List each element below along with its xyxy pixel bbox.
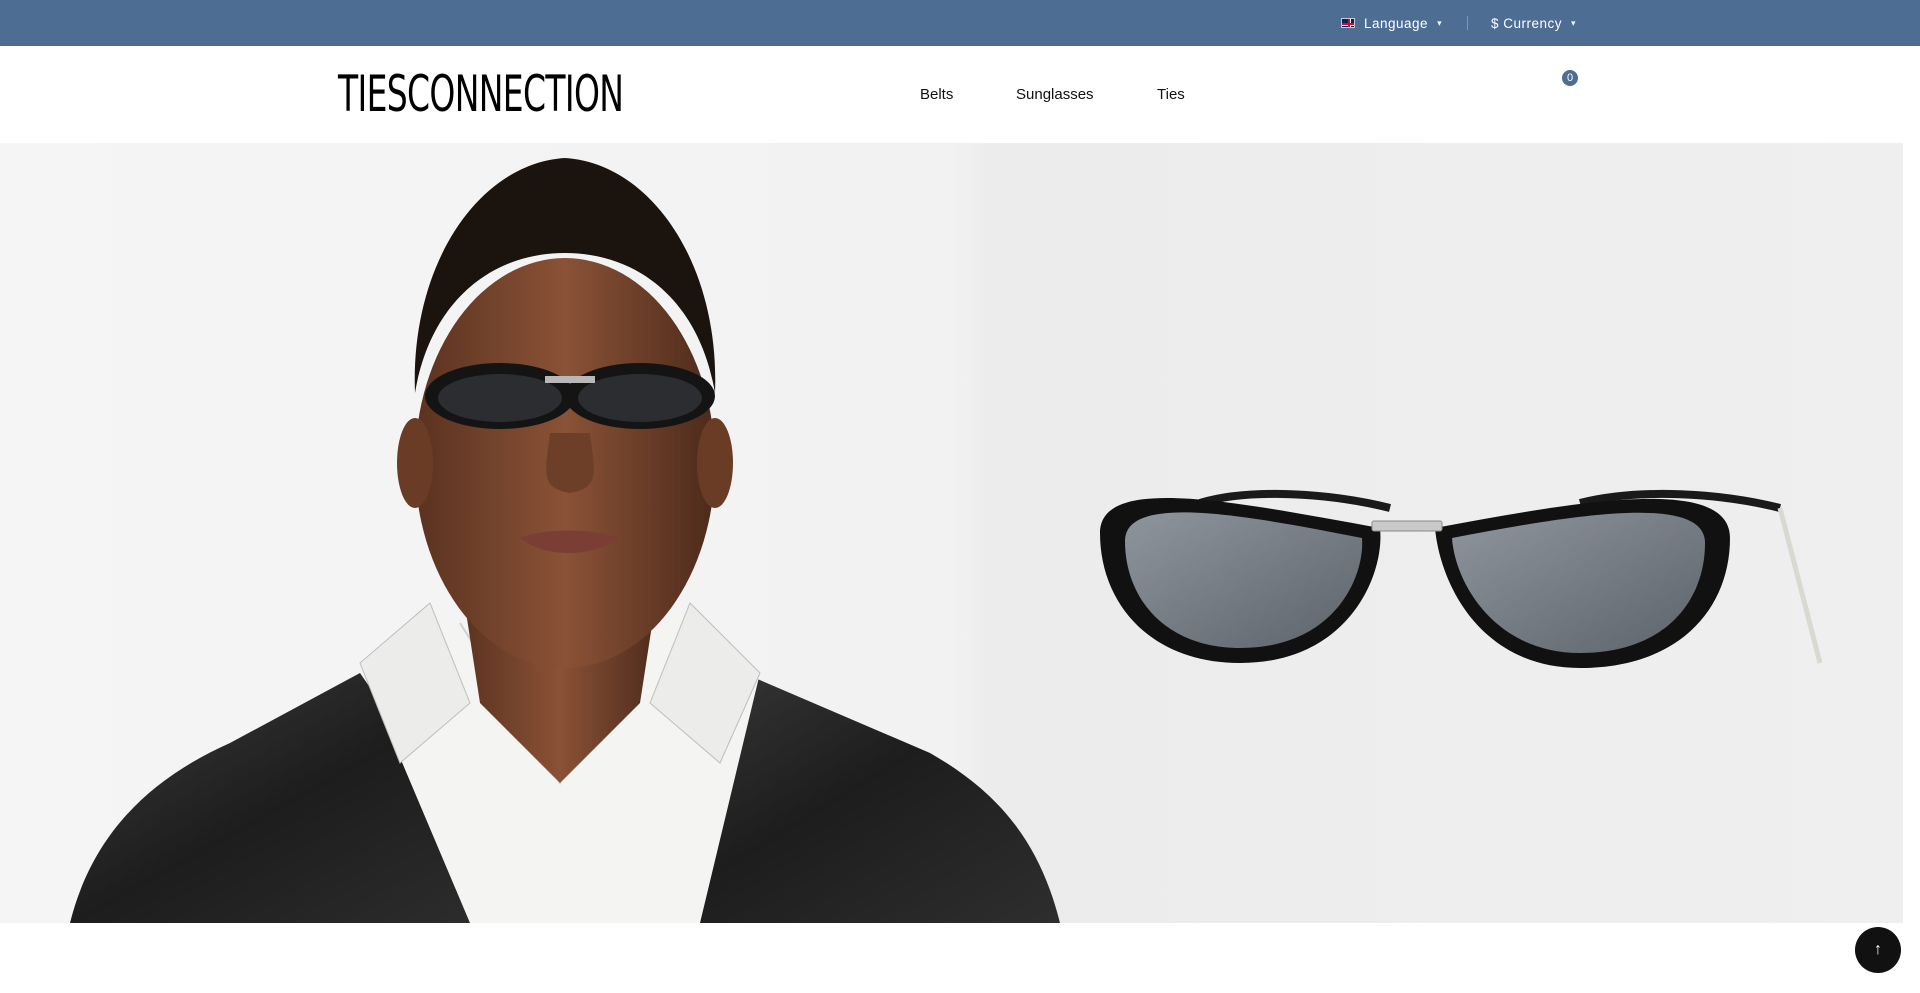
back-to-top-button[interactable]: ↑: [1855, 927, 1901, 973]
top-utility-bar: Language ▾ $ Currency ▾: [0, 0, 1920, 46]
currency-label: $ Currency: [1491, 15, 1563, 31]
chevron-down-icon: ▾: [1571, 17, 1577, 28]
hero-banner[interactable]: [0, 143, 1903, 923]
currency-selector[interactable]: $ Currency ▾: [1491, 0, 1576, 46]
hero-image: [70, 158, 1823, 923]
nav-item-sunglasses[interactable]: Sunglasses: [1016, 46, 1094, 143]
language-label: Language: [1364, 15, 1429, 31]
cart-button[interactable]: 0: [1542, 68, 1582, 108]
divider: [1467, 16, 1468, 30]
uk-flag-icon: [1341, 18, 1355, 28]
arrow-up-icon: ↑: [1874, 941, 1882, 958]
nav-item-ties[interactable]: Ties: [1157, 46, 1185, 143]
chevron-down-icon: ▾: [1437, 17, 1443, 28]
site-logo[interactable]: TIESCONNECTION: [338, 63, 624, 125]
nav-item-belts[interactable]: Belts: [920, 46, 953, 143]
site-header: TIESCONNECTION Belts Sunglasses Ties 0: [0, 46, 1920, 143]
cart-count-badge: 0: [1562, 70, 1578, 86]
language-selector[interactable]: Language ▾: [1341, 0, 1442, 46]
